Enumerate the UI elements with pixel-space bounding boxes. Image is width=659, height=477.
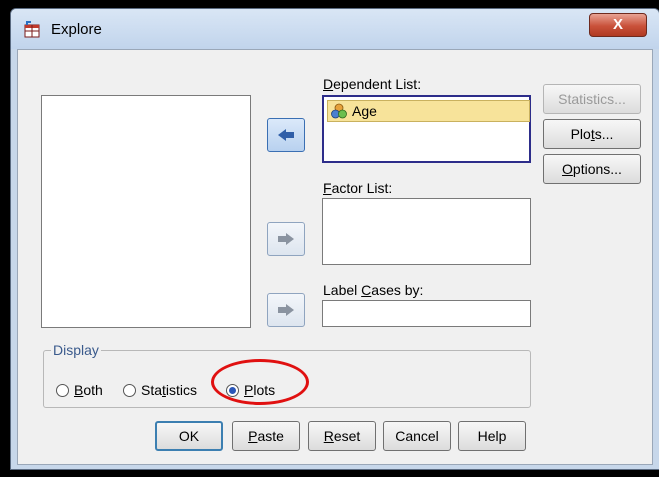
radio-both[interactable] [56, 384, 69, 397]
title-bar: Explore X [11, 9, 659, 49]
ok-button[interactable]: OK [155, 421, 223, 451]
arrow-right-icon [278, 304, 294, 316]
factor-list-label: Factor List: [323, 180, 393, 196]
arrow-left-icon [278, 129, 294, 141]
close-button[interactable]: X [589, 13, 647, 37]
options-button[interactable]: Options... [543, 154, 641, 184]
reset-button[interactable]: Reset [308, 421, 376, 451]
move-to-factor-button[interactable] [267, 222, 305, 256]
arrow-right-icon [278, 233, 294, 245]
dependent-list-label: Dependent List: [323, 76, 422, 92]
statistics-button[interactable]: Statistics... [543, 84, 641, 114]
label-cases-label: Label Cases by: [323, 282, 424, 298]
explore-dialog: Explore X Dependent List: Age Factor Lis… [10, 8, 659, 470]
radio-both-label: Both [74, 382, 103, 398]
source-variable-list[interactable] [41, 95, 251, 328]
dependent-item-label: Age [352, 103, 377, 119]
window-title: Explore [51, 21, 102, 38]
factor-list[interactable] [322, 198, 531, 265]
radio-statistics[interactable] [123, 384, 136, 397]
dialog-body: Dependent List: Age Factor List: Label C… [17, 49, 653, 465]
dependent-list[interactable]: Age [322, 95, 531, 163]
label-cases-field[interactable] [322, 300, 531, 327]
explore-app-icon [24, 21, 40, 38]
plots-button[interactable]: Plots... [543, 119, 641, 149]
move-to-dependent-button[interactable] [267, 118, 305, 152]
help-button[interactable]: Help [458, 421, 526, 451]
annotation-circle [211, 359, 309, 405]
move-to-label-cases-button[interactable] [267, 293, 305, 327]
display-group-label: Display [51, 342, 101, 358]
radio-statistics-label: Statistics [141, 382, 198, 398]
dependent-item-age[interactable]: Age [327, 100, 530, 122]
cancel-button[interactable]: Cancel [383, 421, 451, 451]
scale-variable-icon [331, 103, 347, 119]
paste-button[interactable]: Paste [232, 421, 300, 451]
